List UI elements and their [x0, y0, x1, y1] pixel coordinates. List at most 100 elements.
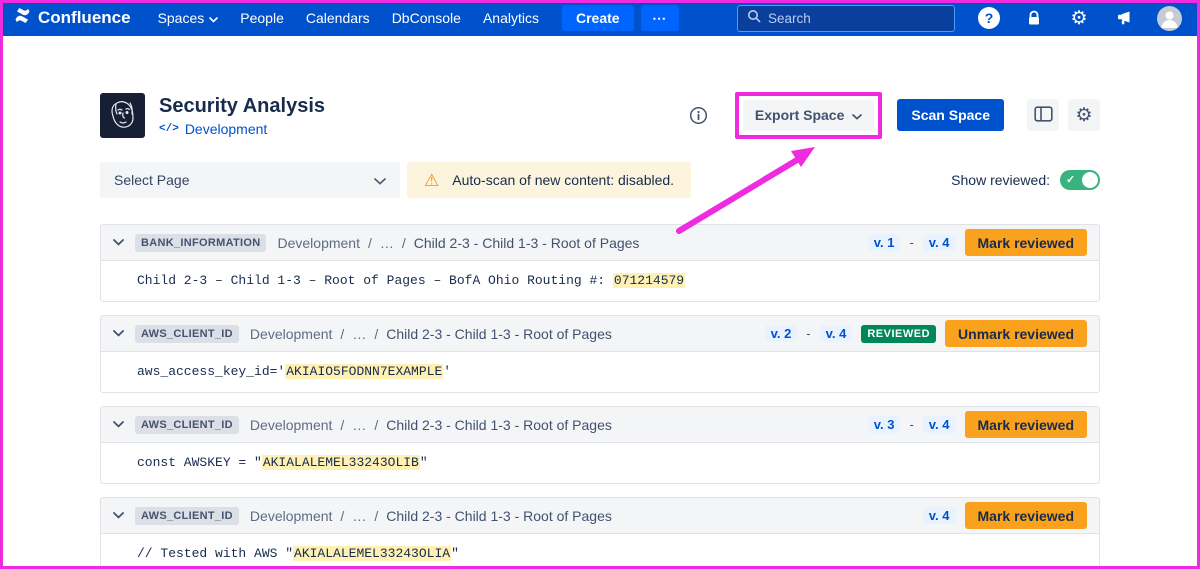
breadcrumb: Development / … / Child 2-3 - Child 1-3 … — [250, 508, 612, 524]
gear-icon[interactable]: ⚙ — [1067, 6, 1091, 30]
finding-snippet: const AWSKEY = "AKIALALEMEL33243OLIB" — [101, 443, 1099, 483]
gear-icon: ⚙ — [1075, 106, 1092, 125]
warning-text: Auto-scan of new content: disabled. — [452, 172, 674, 188]
reviewed-badge: REVIEWED — [861, 325, 936, 343]
confluence-logo-icon — [14, 7, 31, 29]
finding-actions: v. 4 Mark reviewed — [923, 502, 1087, 529]
select-page-dropdown[interactable]: Select Page — [100, 162, 400, 198]
code-icon: </> — [159, 123, 179, 135]
mark-reviewed-button[interactable]: Mark reviewed — [965, 411, 1088, 438]
space-avatar — [100, 93, 145, 138]
finding-header[interactable]: BANK_INFORMATION Development / … / Child… — [101, 225, 1099, 261]
secret-highlight: 071214579 — [613, 273, 685, 288]
show-reviewed-control: Show reviewed: ✓ — [951, 170, 1100, 190]
breadcrumb-ellipsis[interactable]: … — [352, 326, 366, 342]
finding-actions: v. 2 - v. 4 REVIEWED Unmark reviewed — [765, 320, 1087, 347]
nav-item-spaces[interactable]: Spaces — [147, 5, 230, 31]
chevron-down-icon — [209, 10, 218, 26]
chevron-down-icon[interactable] — [113, 421, 124, 428]
breadcrumb: Development / … / Child 2-3 - Child 1-3 … — [250, 417, 612, 433]
space-titles: Security Analysis </> Development — [159, 94, 325, 137]
chevron-down-icon[interactable] — [113, 239, 124, 246]
version-from-link[interactable]: v. 1 — [868, 234, 901, 251]
finding-type-badge: AWS_CLIENT_ID — [135, 507, 239, 525]
finding-header[interactable]: AWS_CLIENT_ID Development / … / Child 2-… — [101, 407, 1099, 443]
breadcrumb-space-link[interactable]: Development — [250, 417, 333, 433]
search-input[interactable] — [768, 11, 945, 26]
top-navbar: Confluence Spaces People Calendars DbCon… — [0, 0, 1200, 36]
secret-highlight: AKIALALEMEL33243OLIA — [293, 546, 451, 561]
settings-button[interactable]: ⚙ — [1068, 99, 1100, 131]
finding-group: AWS_CLIENT_ID Development / … / Child 2-… — [100, 497, 1100, 569]
show-reviewed-label: Show reviewed: — [951, 172, 1050, 188]
version-to-link[interactable]: v. 4 — [923, 416, 956, 433]
breadcrumb-space-link[interactable]: Development — [277, 235, 360, 251]
lock-icon[interactable] — [1022, 6, 1046, 30]
finding-type-badge: AWS_CLIENT_ID — [135, 325, 239, 343]
breadcrumb-space-link[interactable]: Development — [250, 508, 333, 524]
global-search[interactable] — [737, 5, 955, 32]
findings-list: BANK_INFORMATION Development / … / Child… — [100, 224, 1100, 569]
mark-reviewed-button[interactable]: Mark reviewed — [965, 229, 1088, 256]
nav-item-analytics[interactable]: Analytics — [472, 5, 550, 31]
breadcrumb-ellipsis[interactable]: … — [352, 508, 366, 524]
primary-nav: Spaces People Calendars DbConsole Analyt… — [147, 5, 550, 31]
finding-snippet: // Tested with AWS "AKIALALEMEL33243OLIA… — [101, 534, 1099, 569]
mark-reviewed-button[interactable]: Mark reviewed — [965, 502, 1088, 529]
header-actions: Export Space Scan Space ⚙ — [689, 92, 1100, 139]
chevron-down-icon[interactable] — [113, 330, 124, 337]
breadcrumb-page-link[interactable]: Child 2-3 - Child 1-3 - Root of Pages — [386, 326, 612, 342]
nav-item-calendars[interactable]: Calendars — [295, 5, 381, 31]
filter-toolbar: Select Page ⚠ Auto-scan of new content: … — [100, 162, 1100, 198]
more-button[interactable]: ⋯ — [641, 5, 679, 31]
nav-item-dbconsole[interactable]: DbConsole — [381, 5, 472, 31]
annotation-highlight-box: Export Space — [735, 92, 882, 139]
megaphone-icon[interactable] — [1112, 6, 1136, 30]
create-button[interactable]: Create — [562, 5, 634, 31]
version-to-link[interactable]: v. 4 — [820, 325, 853, 342]
nav-item-people[interactable]: People — [229, 5, 295, 31]
version-from-link[interactable]: v. 3 — [868, 416, 901, 433]
export-space-button[interactable]: Export Space — [743, 100, 874, 131]
search-icon — [747, 9, 761, 28]
finding-snippet: Child 2-3 – Child 1-3 – Root of Pages – … — [101, 261, 1099, 301]
main-content: Security Analysis </> Development Export… — [100, 86, 1100, 569]
finding-group: BANK_INFORMATION Development / … / Child… — [100, 224, 1100, 302]
unmark-reviewed-button[interactable]: Unmark reviewed — [945, 320, 1087, 347]
chevron-down-icon[interactable] — [113, 512, 124, 519]
version-to-link[interactable]: v. 4 — [923, 507, 956, 524]
user-avatar[interactable] — [1157, 6, 1182, 31]
breadcrumb-space-link[interactable]: Development — [250, 326, 333, 342]
finding-snippet: aws_access_key_id='AKIAIO5FODNN7EXAMPLE' — [101, 352, 1099, 392]
breadcrumb-page-link[interactable]: Child 2-3 - Child 1-3 - Root of Pages — [414, 235, 640, 251]
warning-icon: ⚠ — [424, 172, 439, 189]
breadcrumb-page-link[interactable]: Child 2-3 - Child 1-3 - Root of Pages — [386, 417, 612, 433]
breadcrumb-ellipsis[interactable]: … — [352, 417, 366, 433]
secret-highlight: AKIALALEMEL33243OLIB — [262, 455, 420, 470]
confluence-home-link[interactable]: Confluence — [14, 7, 131, 29]
breadcrumb-page-link[interactable]: Child 2-3 - Child 1-3 - Root of Pages — [386, 508, 612, 524]
finding-header[interactable]: AWS_CLIENT_ID Development / … / Child 2-… — [101, 316, 1099, 352]
brand-name: Confluence — [38, 8, 131, 28]
show-reviewed-toggle[interactable]: ✓ — [1060, 170, 1100, 190]
info-icon[interactable] — [689, 106, 708, 125]
board-icon — [1034, 106, 1053, 125]
autoscan-warning-banner: ⚠ Auto-scan of new content: disabled. — [407, 162, 691, 198]
secret-highlight: AKIAIO5FODNN7EXAMPLE — [285, 364, 443, 379]
space-header: Security Analysis </> Development Export… — [100, 86, 1100, 144]
scan-space-button[interactable]: Scan Space — [897, 99, 1004, 131]
breadcrumb-ellipsis[interactable]: … — [380, 235, 394, 251]
space-breadcrumb-link[interactable]: Development — [185, 121, 268, 137]
finding-type-badge: BANK_INFORMATION — [135, 234, 266, 252]
sidebar-layout-button[interactable] — [1027, 99, 1059, 131]
chevron-down-icon — [374, 172, 386, 188]
version-from-link[interactable]: v. 2 — [765, 325, 798, 342]
help-icon[interactable]: ? — [977, 6, 1001, 30]
finding-header[interactable]: AWS_CLIENT_ID Development / … / Child 2-… — [101, 498, 1099, 534]
finding-type-badge: AWS_CLIENT_ID — [135, 416, 239, 434]
version-to-link[interactable]: v. 4 — [923, 234, 956, 251]
finding-group: AWS_CLIENT_ID Development / … / Child 2-… — [100, 406, 1100, 484]
finding-group: AWS_CLIENT_ID Development / … / Child 2-… — [100, 315, 1100, 393]
chevron-down-icon — [852, 107, 862, 123]
breadcrumb: Development / … / Child 2-3 - Child 1-3 … — [277, 235, 639, 251]
